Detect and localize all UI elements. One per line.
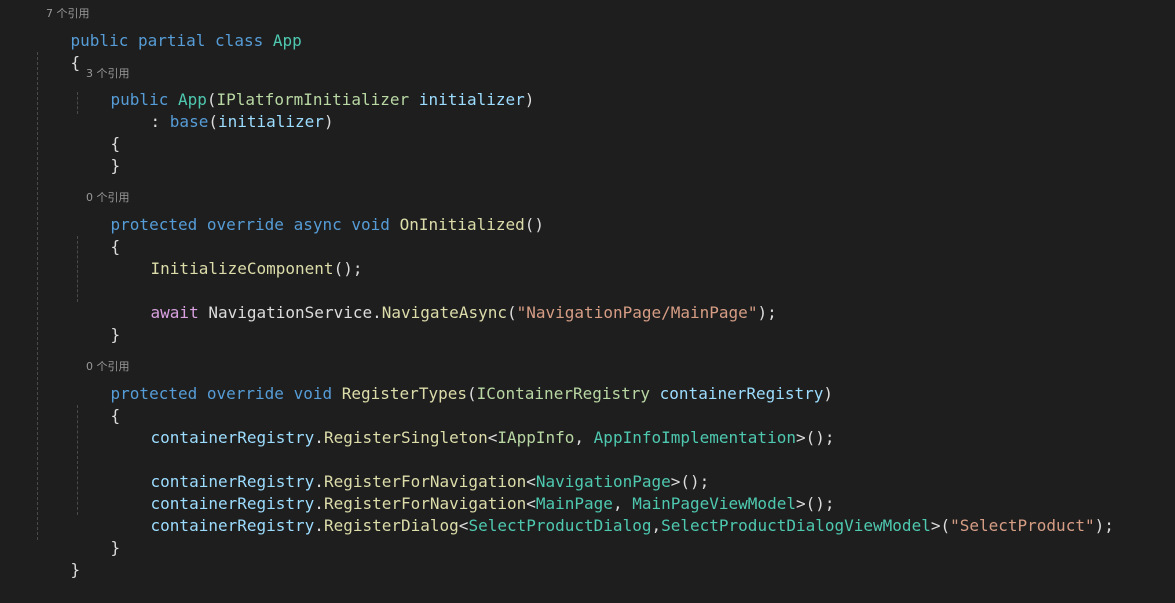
code-editor[interactable]: 7 个引用 public partial class App { 3 个引用 p… [0, 0, 1175, 579]
code-line-navigate-async[interactable]: await NavigationService.NavigateAsync("N… [112, 280, 777, 322]
code-line-open-brace[interactable]: { [72, 111, 121, 153]
code-line-close-brace[interactable]: } [72, 515, 121, 557]
indent-guide [37, 52, 38, 540]
code-line-register-navigation-page[interactable]: containerRegistry.RegisterForNavigation<… [112, 449, 710, 491]
codelens-oninitialized-references[interactable]: 0 个引用 [72, 177, 130, 204]
code-line-close-brace[interactable]: } [72, 302, 121, 344]
codelens-class-references[interactable]: 7 个引用 [32, 0, 90, 20]
code-line-close-brace[interactable]: } [72, 133, 121, 175]
code-line-open-brace[interactable]: { [72, 214, 121, 256]
code-line-registertypes-signature[interactable]: protected override void RegisterTypes(IC… [72, 361, 834, 403]
code-line-oninitialized-signature[interactable]: protected override async void OnInitiali… [72, 192, 545, 234]
code-line-open-brace[interactable]: { [32, 30, 81, 72]
codelens-ctor-references[interactable]: 3 个引用 [72, 53, 130, 80]
code-line-class-declaration[interactable]: public partial class App [32, 8, 302, 50]
code-line-base-call[interactable]: : base(initializer) [112, 89, 334, 131]
class-name-app: App [272, 31, 302, 50]
keyword-partial: partial [137, 31, 206, 50]
code-line-register-main-page[interactable]: containerRegistry.RegisterForNavigation<… [112, 471, 835, 513]
codelens-registertypes-references[interactable]: 0 个引用 [72, 346, 130, 373]
code-line-ctor-signature[interactable]: public App(IPlatformInitializer initiali… [72, 67, 535, 109]
code-line-register-singleton[interactable]: containerRegistry.RegisterSingleton<IApp… [112, 405, 835, 447]
code-line-initialize-component[interactable]: InitializeComponent(); [112, 236, 363, 278]
code-line-class-close-brace[interactable]: } [32, 537, 81, 579]
keyword-class: class [215, 31, 264, 50]
code-line-open-brace[interactable]: { [72, 383, 121, 425]
code-line-register-dialog[interactable]: containerRegistry.RegisterDialog<SelectP… [112, 493, 1114, 535]
